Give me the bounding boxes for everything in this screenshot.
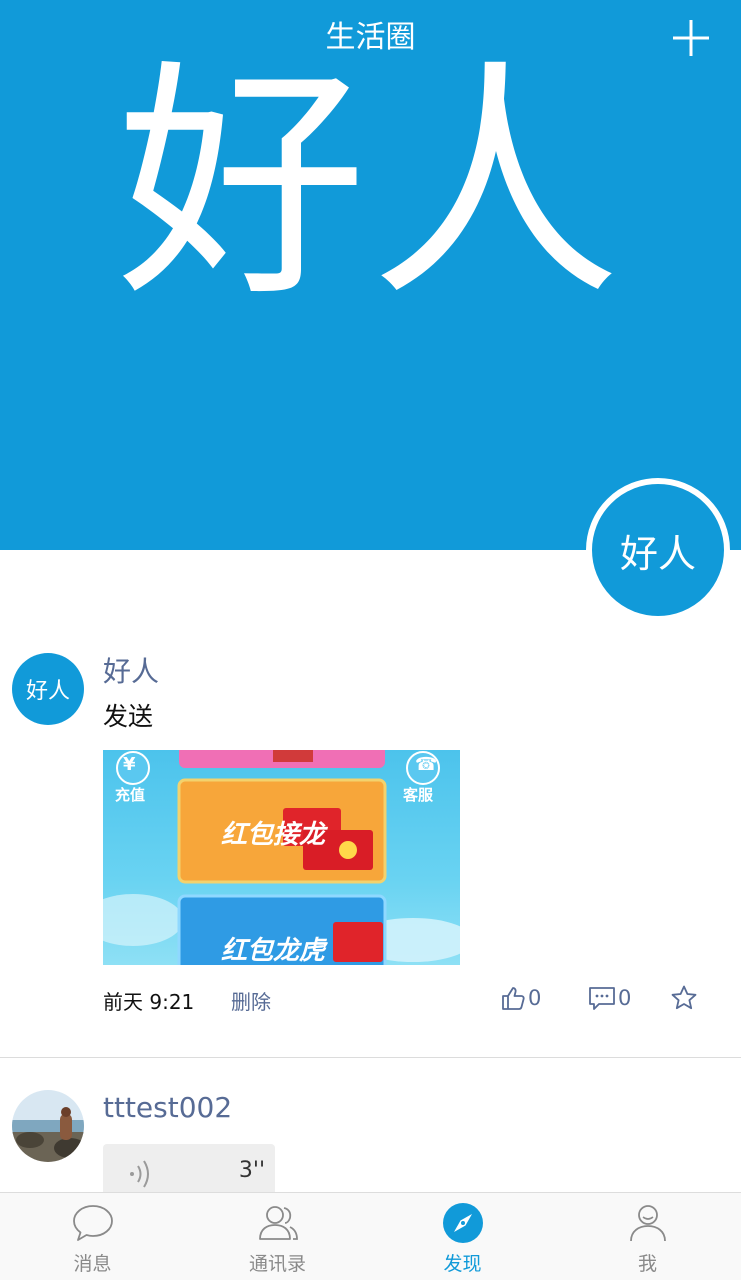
- post-image[interactable]: ¥ ☎ 充值 客服 红包接龙 红包龙虎: [103, 750, 460, 965]
- avatar[interactable]: 好人: [12, 653, 84, 725]
- image-label-service: 客服: [403, 786, 434, 804]
- post-author[interactable]: tttest002: [103, 1090, 232, 1126]
- person-icon: [629, 1205, 666, 1242]
- thumbs-up-icon: [502, 987, 525, 1010]
- compass-icon: [442, 1203, 483, 1243]
- tab-label: 消息: [73, 1253, 112, 1275]
- comment-icon: [589, 987, 615, 1010]
- post-time: 前天 9:21: [103, 990, 195, 1014]
- post-divider: [0, 1057, 741, 1058]
- cover-name: 好人: [116, 39, 625, 330]
- tab-label: 发现: [443, 1253, 482, 1275]
- chat-bubble-icon: [72, 1205, 113, 1241]
- image-card-label-1: 红包接龙: [221, 820, 326, 850]
- like-count: 0: [528, 986, 542, 1010]
- comment-count: 0: [618, 986, 632, 1010]
- cover-banner[interactable]: 生活圈 好人: [0, 0, 741, 550]
- delete-button[interactable]: 删除: [231, 986, 271, 1015]
- tab-contacts[interactable]: 通讯录: [185, 1193, 370, 1281]
- service-phone-icon: ☎: [415, 754, 438, 775]
- tab-bar: 消息 通讯录 发现 我: [0, 1192, 741, 1280]
- star-icon: [671, 985, 697, 1010]
- post-meta: 前天 9:21 删除 0 0: [0, 982, 741, 1022]
- post-text: 发送: [103, 702, 154, 731]
- favorite-button[interactable]: [670, 982, 698, 1014]
- comment-button[interactable]: 0: [588, 982, 631, 1014]
- voice-duration: 3'': [238, 1158, 265, 1183]
- profile-avatar[interactable]: 好人: [586, 478, 730, 622]
- like-button[interactable]: 0: [500, 982, 541, 1014]
- recharge-icon: ¥: [123, 754, 136, 775]
- contacts-icon: [258, 1206, 298, 1240]
- avatar[interactable]: [12, 1090, 84, 1162]
- image-label-recharge: 充值: [115, 786, 146, 804]
- tab-messages[interactable]: 消息: [0, 1193, 185, 1281]
- tab-discover[interactable]: 发现: [370, 1193, 555, 1281]
- post-author[interactable]: 好人: [103, 654, 159, 690]
- tab-label: 我: [637, 1253, 657, 1275]
- voice-wave-icon: [130, 1160, 149, 1188]
- image-card-label-2: 红包龙虎: [221, 936, 326, 965]
- tab-me[interactable]: 我: [555, 1193, 740, 1281]
- tab-label: 通讯录: [248, 1253, 306, 1275]
